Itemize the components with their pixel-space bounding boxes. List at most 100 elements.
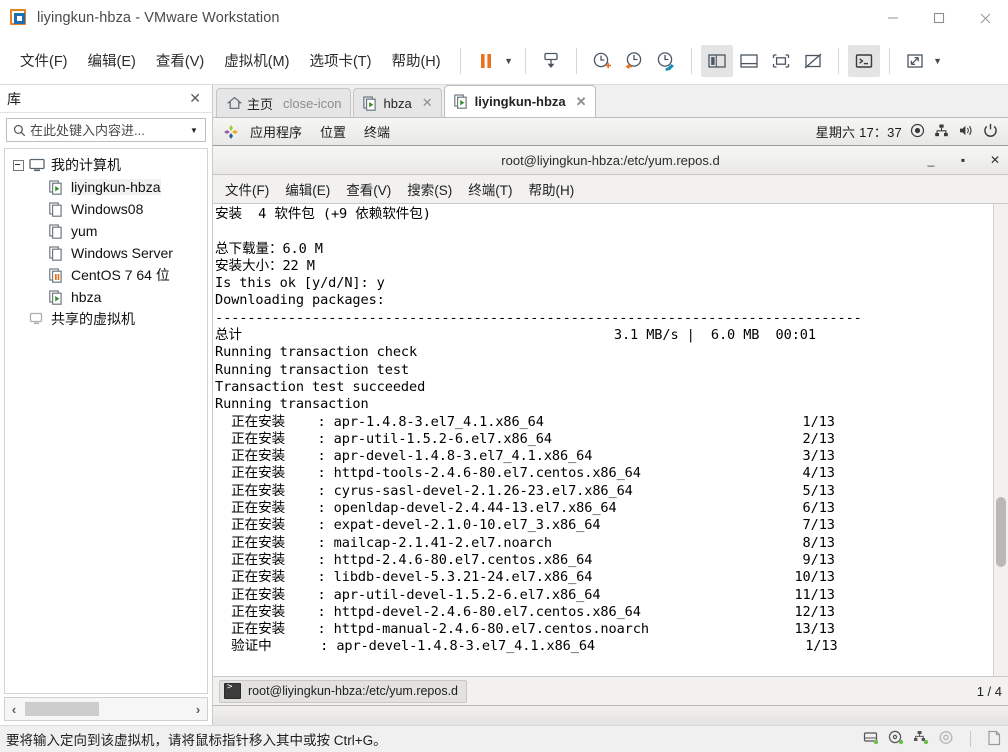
terminal-menu-view[interactable]: 查看(V) [338, 176, 399, 202]
terminal-scrollbar[interactable] [993, 204, 1008, 676]
menu-view[interactable]: 查看(V) [147, 46, 213, 75]
usb-status-icon[interactable] [938, 730, 954, 748]
scroll-right-icon[interactable]: › [189, 702, 207, 717]
menu-help[interactable]: 帮助(H) [382, 46, 449, 75]
terminal-menu-edit[interactable]: 编辑(E) [277, 176, 338, 202]
gnome-menu-terminal[interactable]: 终端 [355, 122, 399, 141]
search-input[interactable] [28, 121, 186, 139]
maximize-button[interactable] [916, 0, 962, 36]
library-close-icon[interactable]: ✕ [185, 90, 205, 107]
terminal-minimize-button[interactable]: _ [924, 153, 938, 167]
sidebar-item-hbza[interactable]: hbza [5, 286, 207, 308]
vmware-logo-icon [10, 9, 28, 27]
power-button[interactable] [535, 45, 567, 77]
library-search-box[interactable]: ▼ [6, 118, 206, 142]
window-title-bar: liyingkun-hbza - VMware Workstation [0, 0, 1008, 37]
stretch-button[interactable] [899, 45, 931, 77]
guest-system-tray [910, 123, 998, 141]
vmware-status-bar: 要将输入定向到该虚拟机，请将鼠标指针移入其中或按 Ctrl+G。 [0, 725, 1008, 752]
terminal-menu-help[interactable]: 帮助(H) [521, 176, 583, 202]
show-thumbnails-button[interactable] [733, 45, 765, 77]
volume-icon[interactable] [958, 123, 974, 141]
vm-running-icon [362, 95, 381, 111]
sidebar-item-centos7[interactable]: CentOS 7 64 位 [5, 264, 207, 286]
search-dropdown-caret-down-icon[interactable]: ▼ [186, 126, 202, 135]
tab-close-icon[interactable]: close-icon [281, 96, 344, 111]
tab-home[interactable]: 主页 close-icon [216, 88, 351, 117]
library-header: 库 ✕ [0, 85, 212, 113]
sidebar-item-label: Windows08 [71, 201, 144, 217]
tab-close-icon[interactable]: ✕ [420, 95, 435, 111]
suspend-dropdown-caret-down-icon[interactable]: ▼ [502, 47, 516, 75]
power-menu-icon[interactable] [983, 123, 998, 141]
tab-hbza[interactable]: hbza ✕ [352, 88, 442, 117]
snapshot-button[interactable] [586, 45, 618, 77]
minimize-button[interactable] [870, 0, 916, 36]
terminal-output[interactable]: 安装 4 软件包 (+9 依赖软件包) 总下载量：6.0 M 安装大小：22 M… [213, 204, 993, 676]
collapse-expander-icon[interactable] [11, 158, 25, 172]
sidebar-item-liyingkun-hbza[interactable]: liyingkun-hbza [5, 176, 207, 198]
network-icon[interactable] [934, 123, 949, 141]
unity-button[interactable] [797, 45, 829, 77]
terminal-menu-bar: 文件(F) 编辑(E) 查看(V) 搜索(S) 终端(T) 帮助(H) [213, 175, 1008, 204]
terminal-window: root@liyingkun-hbza:/etc/yum.repos.d _ ▪… [213, 145, 1008, 706]
tab-liyingkun-hbza[interactable]: liyingkun-hbza ✕ [443, 85, 596, 117]
full-screen-button[interactable] [765, 45, 797, 77]
suspend-button[interactable] [470, 45, 502, 77]
vm-off-icon [47, 201, 67, 217]
tab-close-icon[interactable]: ✕ [574, 94, 589, 110]
record-indicator-icon[interactable] [910, 123, 925, 141]
show-library-button[interactable] [700, 44, 733, 77]
terminal-menu-terminal[interactable]: 终端(T) [460, 176, 520, 202]
vm-off-icon [47, 245, 67, 261]
console-view-button[interactable] [847, 44, 880, 77]
vm-viewport[interactable]: 应用程序 位置 终端 星期六 17：37 root@liyingkun-hbza… [213, 117, 1008, 725]
sidebar-item-windows-server[interactable]: Windows Server [5, 242, 207, 264]
terminal-menu-file[interactable]: 文件(F) [217, 176, 277, 202]
sidebar-item-my-computer[interactable]: 我的计算机 [5, 154, 207, 176]
stretch-dropdown-caret-down-icon[interactable]: ▼ [931, 47, 945, 75]
tab-label: liyingkun-hbza [474, 94, 566, 109]
printer-status-icon[interactable] [987, 730, 1002, 749]
toolbar-separator [459, 47, 461, 74]
revert-snapshot-button[interactable] [618, 45, 650, 77]
menu-tabs[interactable]: 选项卡(T) [300, 46, 380, 75]
menu-vm[interactable]: 虚拟机(M) [215, 46, 298, 75]
sidebar-item-yum[interactable]: yum [5, 220, 207, 242]
vm-suspended-icon [47, 267, 67, 283]
terminal-maximize-button[interactable]: ▪ [956, 153, 970, 167]
close-button[interactable] [962, 0, 1008, 36]
centos-logo-icon[interactable] [221, 124, 241, 140]
tab-strip: 主页 close-icon hbza ✕ liyingkun-hbza ✕ [213, 85, 1008, 117]
sidebar-item-shared-vms[interactable]: 共享的虚拟机 [5, 308, 207, 330]
terminal-page-indicator: 1 / 4 [976, 683, 1002, 699]
sidebar-item-windows08[interactable]: Windows08 [5, 198, 207, 220]
terminal-menu-search[interactable]: 搜索(S) [399, 176, 460, 202]
sidebar-item-label: hbza [71, 289, 102, 305]
status-message: 要将输入定向到该虚拟机，请将鼠标指针移入其中或按 Ctrl+G。 [6, 733, 387, 748]
library-horizontal-scrollbar[interactable]: ‹ › [4, 697, 208, 721]
snapshot-manager-button[interactable] [650, 45, 682, 77]
hard-disk-status-icon[interactable] [863, 730, 879, 748]
vm-off-icon [47, 223, 67, 239]
tab-label: 主页 [247, 96, 274, 112]
gnome-menu-applications[interactable]: 应用程序 [241, 122, 311, 141]
terminal-tab-item[interactable]: root@liyingkun-hbza:/etc/yum.repos.d [219, 679, 468, 703]
menu-file[interactable]: 文件(F) [11, 46, 77, 75]
menu-edit[interactable]: 编辑(E) [79, 46, 145, 75]
scrollbar-thumb[interactable] [25, 702, 99, 716]
terminal-body: 安装 4 软件包 (+9 依赖软件包) 总下载量：6.0 M 安装大小：22 M… [213, 204, 1008, 676]
cd-dvd-status-icon[interactable] [888, 730, 904, 748]
terminal-close-button[interactable]: ✕ [988, 153, 1002, 167]
sidebar-item-label: Windows Server [71, 245, 173, 261]
scroll-left-icon[interactable]: ‹ [5, 702, 23, 717]
terminal-icon [224, 682, 241, 699]
terminal-title-bar[interactable]: root@liyingkun-hbza:/etc/yum.repos.d _ ▪… [213, 146, 1008, 175]
guest-clock[interactable]: 星期六 17：37 [816, 122, 902, 141]
gnome-menu-places[interactable]: 位置 [311, 122, 355, 141]
scrollbar-thumb[interactable] [996, 496, 1006, 567]
sidebar-item-label: CentOS 7 64 位 [71, 267, 170, 283]
network-status-icon[interactable] [913, 730, 929, 748]
library-tree: 我的计算机 liyingkun-hbza Windows08 yum Windo… [4, 148, 208, 694]
guest-bottom-panel[interactable] [213, 705, 1008, 725]
